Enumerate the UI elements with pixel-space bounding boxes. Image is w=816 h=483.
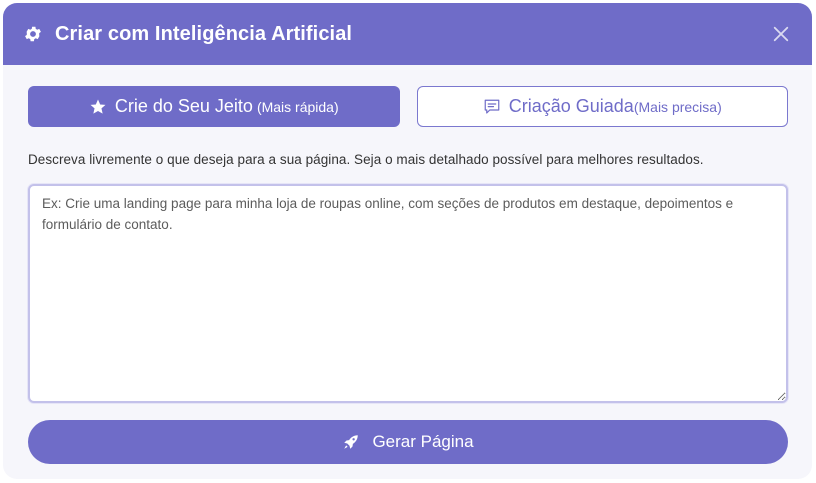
gear-icon [23, 24, 43, 44]
tab-sublabel: (Mais precisa) [633, 98, 722, 115]
prompt-textarea[interactable] [28, 184, 788, 403]
tab-crie-do-seu-jeito[interactable]: Crie do Seu Jeito (Mais rápida) [28, 86, 400, 127]
tab-label: Criação Guiada [508, 96, 634, 116]
modal-header: Criar com Inteligência Artificial [3, 3, 812, 65]
generate-page-button[interactable]: Gerar Página [28, 420, 788, 464]
modal-body: Crie do Seu Jeito (Mais rápida) Criação … [3, 65, 812, 464]
tab-sublabel: (Mais rápida) [256, 98, 339, 115]
description-text: Descreva livremente o que deseja para a … [28, 152, 704, 167]
close-icon[interactable] [770, 23, 792, 45]
tab-label: Crie do Seu Jeito [114, 96, 253, 116]
generate-button-label: Gerar Página [372, 432, 474, 451]
modal-title: Criar com Inteligência Artificial [55, 22, 353, 45]
tab-criacao-guiada[interactable]: Criação Guiada (Mais precisa) [416, 86, 788, 127]
ai-create-modal: Criar com Inteligência Artificial Crie d… [3, 3, 812, 479]
comment-icon [483, 98, 501, 116]
star-icon [89, 98, 107, 116]
mode-tabs: Crie do Seu Jeito (Mais rápida) Criação … [28, 86, 788, 127]
rocket-icon [342, 433, 360, 451]
